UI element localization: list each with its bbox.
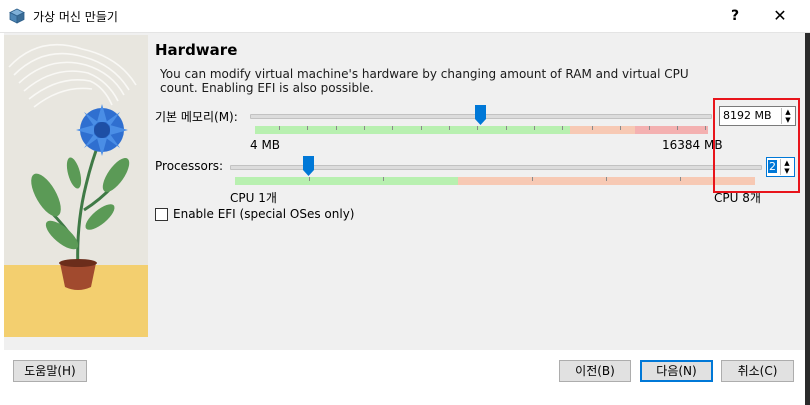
efi-label[interactable]: Enable EFI (special OSes only) <box>173 207 354 221</box>
next-button[interactable]: 다음(N) <box>640 360 713 382</box>
back-button[interactable]: 이전(B) <box>559 360 631 382</box>
virtualbox-cube-icon <box>9 8 25 24</box>
processors-caution-zone <box>458 177 755 185</box>
help-button[interactable]: 도움말(H) <box>13 360 87 382</box>
memory-safe-zone <box>255 126 570 134</box>
memory-slider-handle[interactable] <box>475 105 486 125</box>
processors-slider-handle[interactable] <box>303 156 314 176</box>
page-heading: Hardware <box>155 41 238 59</box>
page-description: You can modify virtual machine's hardwar… <box>160 67 689 95</box>
memory-label: 기본 메모리(M): <box>155 110 238 124</box>
close-button[interactable]: ✕ <box>757 0 803 32</box>
wizard-illustration <box>4 35 148 337</box>
processors-safe-zone <box>235 177 458 185</box>
processors-label: Processors: <box>155 159 224 173</box>
memory-danger-zone <box>635 126 708 134</box>
efi-checkbox[interactable] <box>155 208 168 221</box>
processors-min-label: CPU 1개 <box>230 191 277 205</box>
help-title-button[interactable]: ? <box>712 0 758 32</box>
cancel-button[interactable]: 취소(C) <box>721 360 794 382</box>
window-title: 가상 머신 만들기 <box>33 10 118 24</box>
memory-caution-zone <box>570 126 635 134</box>
highlight-box <box>713 98 800 193</box>
background-edge <box>805 33 810 405</box>
title-bar: 가상 머신 만들기 ? ✕ <box>0 0 810 33</box>
memory-min-label: 4 MB <box>250 138 281 152</box>
